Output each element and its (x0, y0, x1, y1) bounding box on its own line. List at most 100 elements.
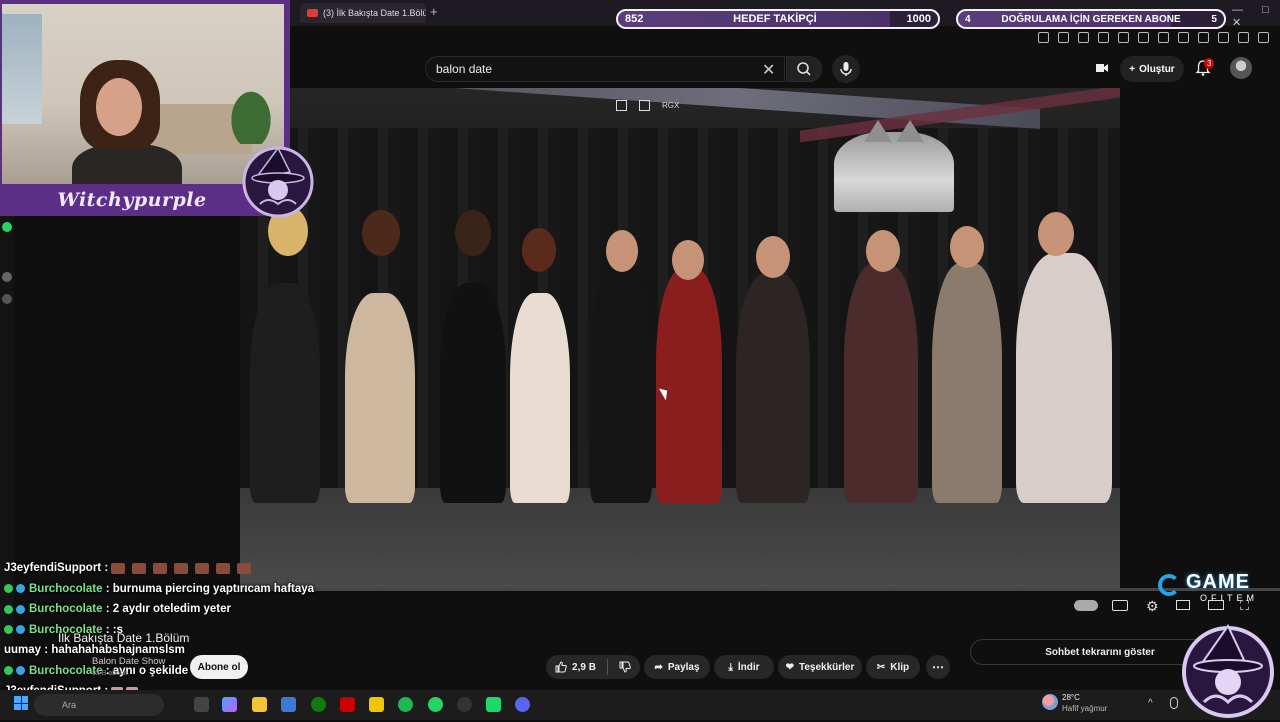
like-count[interactable]: 2,9 B (572, 662, 596, 673)
file-explorer-icon[interactable] (252, 697, 267, 712)
more-actions-button[interactable]: ⋯ (926, 655, 950, 679)
subscriber-goal-bar: 4 DOĞRULAMA İÇİN GEREKEN ABONE 5 (956, 9, 1226, 29)
contestant (590, 263, 652, 503)
subtitles-button[interactable] (1112, 600, 1128, 611)
chat-badge-icon (16, 625, 25, 634)
window-controls[interactable]: — □ ✕ (1232, 4, 1280, 29)
whatsapp-taskbar-icon[interactable] (428, 697, 443, 712)
scissors-icon: ✂ (877, 662, 885, 673)
streamer-nameplate: Witchypurple (14, 186, 250, 214)
extension-icon[interactable] (1218, 32, 1229, 43)
app-icon[interactable] (2, 272, 12, 282)
voice-search-button[interactable] (832, 55, 860, 83)
video-progress-track[interactable] (240, 588, 1280, 591)
sticky-notes-icon[interactable] (369, 697, 384, 712)
like-dislike-group: 2,9 B (546, 655, 640, 679)
extension-icon[interactable] (1198, 32, 1209, 43)
chat-username[interactable]: J3eyfendiSupport (4, 558, 101, 579)
extension-icon[interactable] (1078, 32, 1089, 43)
thanks-icon: ❤ (786, 662, 794, 673)
store-icon[interactable] (281, 697, 296, 712)
sub-goal-current: 4 (965, 14, 971, 25)
create-video-icon[interactable] (1094, 60, 1110, 76)
taskbar-search-field[interactable]: Ara (34, 694, 164, 716)
extension-icon[interactable] (1178, 32, 1189, 43)
tab-title: (3) İlk Bakışta Date 1.Bölü (323, 8, 426, 18)
contestant (1016, 253, 1112, 503)
extension-icon[interactable] (1138, 32, 1149, 43)
netflix-icon[interactable] (340, 697, 355, 712)
chat-separator: : (103, 579, 113, 600)
ofitem-logo-text: OFITEM (1200, 593, 1258, 603)
cat-meme-overlay (834, 132, 954, 212)
chat-message: Burchocolate : burnuma piercing yaptırıc… (4, 579, 384, 600)
contestant-head (455, 210, 491, 256)
copy-icon[interactable] (616, 100, 627, 111)
clock-icon[interactable] (2, 294, 12, 304)
thumbs-down-icon[interactable] (619, 661, 631, 673)
chat-message: J3eyfendiSupport : (4, 558, 384, 579)
extension-icon[interactable] (1098, 32, 1109, 43)
room-plant (226, 84, 276, 144)
miniplayer-button[interactable] (1176, 600, 1190, 610)
chat-username[interactable]: uumay (4, 640, 41, 661)
chat-emote-icon (153, 563, 167, 574)
xbox-icon[interactable] (311, 697, 326, 712)
search-button[interactable] (786, 56, 822, 82)
app-taskbar-icon[interactable] (486, 697, 501, 712)
contestant (932, 263, 1002, 503)
share-icon[interactable] (639, 100, 650, 111)
discord-icon[interactable] (515, 697, 530, 712)
thumbs-up-icon[interactable] (555, 661, 567, 673)
new-tab-button[interactable]: + (430, 4, 438, 19)
weather-temperature: 28°C (1062, 693, 1080, 702)
chat-username[interactable]: Burchocolate (29, 599, 103, 620)
thanks-button[interactable]: ❤ Teşekkürler (778, 655, 862, 679)
weather-icon[interactable] (1042, 694, 1058, 710)
create-button[interactable]: + Oluştur (1120, 56, 1184, 82)
contestant-head (672, 240, 704, 280)
obs-icon[interactable] (457, 697, 472, 712)
video-title: İlk Bakışta Date 1.Bölüm (58, 631, 189, 645)
contestant (345, 293, 415, 503)
download-icon: ⤓ (728, 662, 732, 673)
clear-search-icon[interactable]: ✕ (762, 60, 775, 80)
video-player[interactable]: RGX (240, 88, 1120, 588)
copilot-icon[interactable] (222, 697, 237, 712)
account-avatar[interactable] (1230, 57, 1252, 79)
thanks-label: Teşekkürler (799, 662, 854, 673)
whatsapp-icon[interactable] (2, 222, 12, 232)
task-view-icon[interactable] (194, 697, 209, 712)
share-button[interactable]: ➦ Paylaş (644, 655, 710, 679)
tray-expand-icon[interactable]: ^ (1148, 698, 1153, 709)
contestant (440, 283, 506, 503)
channel-name[interactable]: Balon Date Show (92, 656, 165, 667)
extension-icon[interactable] (1258, 32, 1269, 43)
game-logo-text: GAME (1186, 571, 1250, 594)
settings-gear-icon[interactable]: ⚙ (1146, 598, 1159, 615)
spotify-icon[interactable] (398, 697, 413, 712)
chat-separator: : (103, 599, 113, 620)
clip-button[interactable]: ✂ Klip (866, 655, 920, 679)
notification-count-badge: 3 (1204, 58, 1214, 69)
download-button[interactable]: ⤓ İndir (714, 655, 774, 679)
subscribe-button[interactable]: Abone ol (190, 655, 248, 679)
extension-icon[interactable] (1058, 32, 1069, 43)
chat-username[interactable]: Burchocolate (29, 579, 103, 600)
extension-icon[interactable] (1038, 32, 1049, 43)
extension-icon[interactable] (1118, 32, 1129, 43)
search-input[interactable]: balon date (425, 56, 785, 82)
sub-goal-label: DOĞRULAMA İÇİN GEREKEN ABONE (1001, 14, 1180, 25)
contestant-head (362, 210, 400, 256)
chat-badge-icon (4, 584, 13, 593)
chat-badge-icon (4, 605, 13, 614)
room-window (2, 14, 42, 124)
contestant-head (522, 228, 556, 272)
contestant-head (950, 226, 984, 268)
share-icon: ➦ (654, 662, 662, 673)
extension-icon[interactable] (1238, 32, 1249, 43)
extension-icon[interactable] (1158, 32, 1169, 43)
browser-tab[interactable]: (3) İlk Bakışta Date 1.Bölü (300, 3, 426, 23)
windows-start-icon[interactable] (14, 696, 28, 710)
autoplay-toggle[interactable] (1074, 600, 1098, 611)
